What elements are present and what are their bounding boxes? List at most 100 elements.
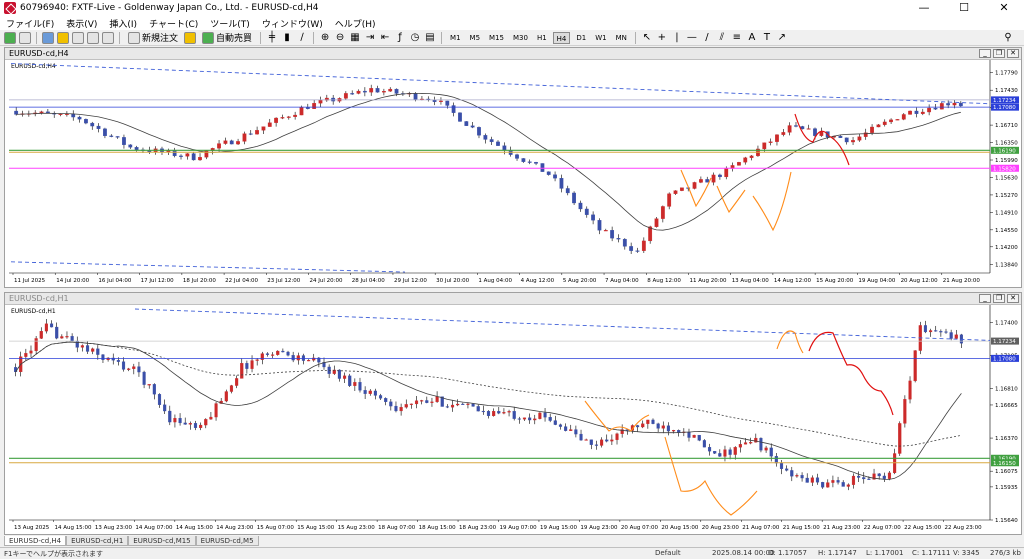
cursor-icon[interactable]: ↖ bbox=[641, 32, 653, 43]
candle bbox=[594, 444, 599, 446]
navigator-icon[interactable] bbox=[72, 31, 84, 44]
time-tick-label: 30 Jul 20:00 bbox=[436, 278, 469, 284]
chart-minimize-button[interactable]: _ bbox=[979, 294, 991, 303]
channel-icon[interactable]: ⫽ bbox=[716, 32, 728, 43]
close-button[interactable]: ✕ bbox=[984, 0, 1024, 16]
menu-file[interactable]: ファイル(F) bbox=[0, 17, 60, 30]
terminal-icon[interactable] bbox=[87, 31, 99, 44]
zoom-in-icon[interactable]: ⊕ bbox=[319, 32, 331, 43]
price-level-label: 1.16190 bbox=[993, 148, 1016, 154]
timeframe-h4[interactable]: H4 bbox=[552, 31, 571, 44]
time-tick-label: 22 Jul 04:00 bbox=[225, 278, 258, 284]
arrows-icon[interactable]: ↗ bbox=[776, 32, 788, 43]
timeframe-h1[interactable]: H1 bbox=[534, 32, 550, 44]
candlestick-icon[interactable]: ▮ bbox=[281, 32, 293, 43]
crosshair-icon[interactable]: + bbox=[656, 32, 668, 43]
label-icon[interactable]: T bbox=[761, 32, 773, 43]
candle bbox=[952, 102, 957, 106]
menu-charts[interactable]: チャート(C) bbox=[143, 17, 204, 30]
chart-close-button[interactable]: ✕ bbox=[1007, 294, 1019, 303]
candle bbox=[654, 218, 659, 227]
chart-close-button[interactable]: ✕ bbox=[1007, 49, 1019, 58]
candle bbox=[362, 90, 367, 93]
candle bbox=[236, 141, 240, 145]
h4-chart-canvas[interactable]: EURUSD-cd,H41.177901.174301.170701.16710… bbox=[5, 60, 1021, 287]
metaeditor-icon[interactable] bbox=[184, 31, 197, 44]
line-chart-icon[interactable]: ∕ bbox=[296, 32, 308, 43]
candle bbox=[622, 238, 627, 247]
vertical-line-icon[interactable]: | bbox=[671, 32, 683, 43]
timeframe-mn[interactable]: MN bbox=[613, 32, 630, 44]
price-tick-label: 1.15630 bbox=[995, 175, 1018, 181]
time-tick-label: 11 Jul 2025 bbox=[14, 278, 46, 284]
indicators-icon[interactable]: ƒ bbox=[394, 32, 406, 43]
candle bbox=[775, 134, 779, 142]
tile-windows-icon[interactable]: ▦ bbox=[349, 32, 361, 43]
market-watch-icon[interactable] bbox=[42, 31, 54, 44]
new-order-button[interactable]: 新規注文 bbox=[125, 31, 181, 44]
profiles-icon[interactable] bbox=[19, 31, 31, 44]
chart-minimize-button[interactable]: _ bbox=[979, 49, 991, 58]
timeframe-w1[interactable]: W1 bbox=[592, 32, 609, 44]
periods-icon[interactable]: ◷ bbox=[409, 32, 421, 43]
auto-trading-button[interactable]: 自動売買 bbox=[199, 31, 255, 44]
autoscroll-icon[interactable]: ⇥ bbox=[364, 32, 376, 43]
timeframe-m15[interactable]: M15 bbox=[486, 32, 507, 44]
candle bbox=[705, 179, 710, 183]
timeframe-m5[interactable]: M5 bbox=[467, 32, 484, 44]
text-icon[interactable]: A bbox=[746, 32, 758, 43]
candle bbox=[214, 403, 218, 418]
trendline-icon[interactable]: / bbox=[701, 32, 713, 43]
timeframe-d1[interactable]: D1 bbox=[573, 32, 589, 44]
chart-restore-button[interactable]: ❐ bbox=[993, 294, 1005, 303]
h1-chart-canvas[interactable]: EURUSD-cd,H11.174001.171051.168101.16665… bbox=[5, 305, 1021, 534]
menu-insert[interactable]: 挿入(I) bbox=[103, 17, 143, 30]
candle bbox=[477, 127, 481, 136]
time-tick-label: 7 Aug 04:00 bbox=[605, 278, 639, 284]
tab-eurusd-h4[interactable]: EURUSD-cd,H4 bbox=[4, 536, 67, 546]
candle bbox=[60, 336, 64, 339]
tester-icon[interactable] bbox=[102, 31, 114, 44]
chart-window-h4[interactable]: EURUSD-cd,H4 _ ❐ ✕ EURUSD-cd,H4 1.17790 1.… bbox=[4, 47, 1022, 288]
timeframe-m1[interactable]: M1 bbox=[447, 32, 464, 44]
chart-restore-button[interactable]: ❐ bbox=[993, 49, 1005, 58]
candle bbox=[923, 325, 928, 333]
bar-chart-icon[interactable]: ╪ bbox=[266, 32, 278, 43]
menu-tools[interactable]: ツール(T) bbox=[204, 17, 256, 30]
candle bbox=[85, 345, 90, 352]
zoom-out-icon[interactable]: ⊖ bbox=[334, 32, 346, 43]
menu-view[interactable]: 表示(V) bbox=[60, 17, 103, 30]
new-chart-icon[interactable] bbox=[4, 31, 16, 44]
candle bbox=[121, 361, 126, 370]
candle bbox=[75, 340, 79, 348]
menu-window[interactable]: ウィンドウ(W) bbox=[256, 17, 329, 30]
candle bbox=[353, 382, 357, 386]
menu-help[interactable]: ヘルプ(H) bbox=[329, 17, 382, 30]
search-icon[interactable]: ⚲ bbox=[1002, 32, 1014, 43]
candle bbox=[70, 336, 74, 342]
candle bbox=[615, 433, 619, 440]
maximize-button[interactable]: ☐ bbox=[944, 0, 984, 16]
candle bbox=[358, 382, 362, 391]
time-tick-label: 14 Aug 07:00 bbox=[135, 525, 173, 531]
time-tick-label: 14 Jul 20:00 bbox=[56, 278, 89, 284]
candle bbox=[564, 426, 568, 431]
chart-window-h1[interactable]: EURUSD-cd,H1 _ ❐ ✕ EURUSD-cd,H1 1.17400 1.… bbox=[4, 292, 1022, 535]
horizontal-line-icon[interactable]: — bbox=[686, 32, 698, 43]
candle bbox=[749, 442, 753, 444]
candle bbox=[84, 119, 88, 124]
timeframe-m30[interactable]: M30 bbox=[510, 32, 531, 44]
fibonacci-icon[interactable]: ≡ bbox=[731, 32, 743, 43]
tab-eurusd-m5[interactable]: EURUSD-cd,M5 bbox=[195, 536, 259, 546]
candle bbox=[790, 470, 794, 477]
candle bbox=[224, 391, 228, 402]
tab-eurusd-h1[interactable]: EURUSD-cd,H1 bbox=[66, 536, 129, 546]
candle bbox=[565, 188, 570, 194]
data-window-icon[interactable] bbox=[57, 31, 69, 44]
price-tick-label: 1.15270 bbox=[995, 193, 1018, 199]
chart-shift-icon[interactable]: ⇤ bbox=[379, 32, 391, 43]
tab-eurusd-m15[interactable]: EURUSD-cd,M15 bbox=[128, 536, 196, 546]
templates-icon[interactable]: ▤ bbox=[424, 32, 436, 43]
minimize-button[interactable]: — bbox=[904, 0, 944, 16]
candle bbox=[718, 174, 722, 178]
